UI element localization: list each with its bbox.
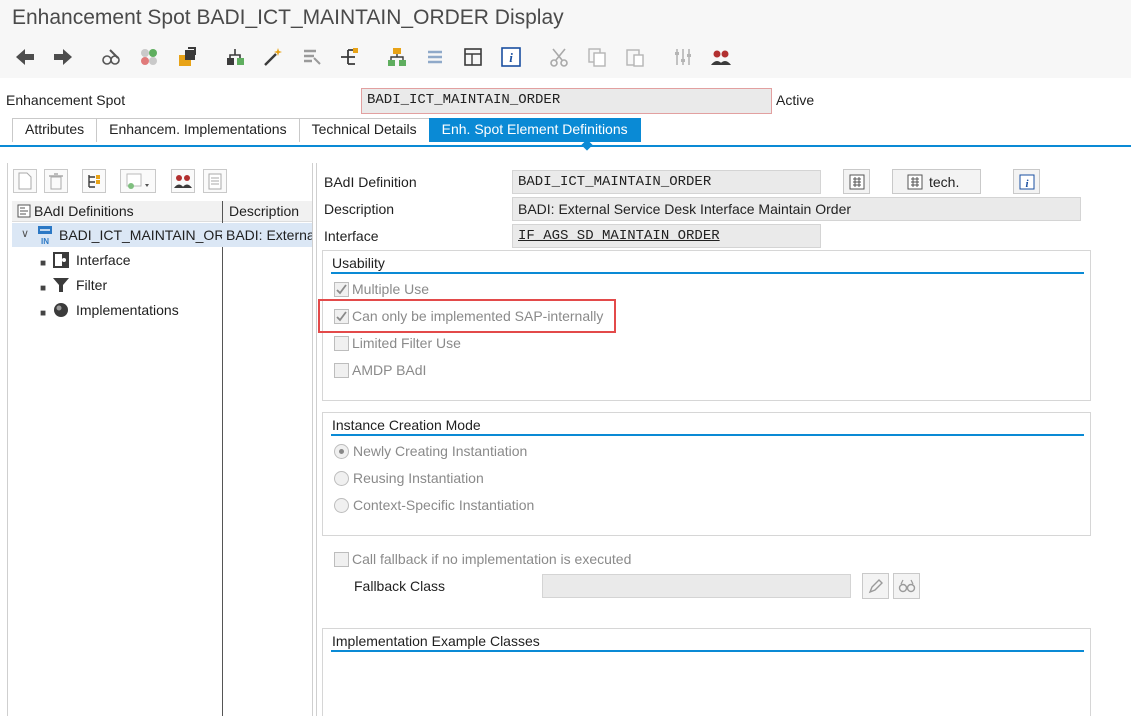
newly-creating-radio[interactable] [334,444,349,459]
tab-attributes[interactable]: Attributes [12,118,98,142]
limited-filter-label: Limited Filter Use [352,335,461,351]
info-icon[interactable]: i [498,44,524,70]
badi-definition-label: BAdI Definition [324,174,417,190]
interface-label: Interface [324,228,379,244]
example-classes-underline [331,650,1084,652]
tree-bullet: ■ [40,258,47,269]
multiple-use-checkbox[interactable] [334,282,349,297]
display-change-icon[interactable] [98,44,124,70]
tab-spot-element-definitions[interactable]: Enh. Spot Element Definitions [428,118,641,142]
tab-strip: Attributes Enhancem. Implementations Tec… [12,118,641,142]
instance-creation-title: Instance Creation Mode [332,417,481,433]
interface-field[interactable]: IF_AGS_SD_MAINTAIN_ORDER [512,224,821,248]
context-specific-radio[interactable] [334,498,349,513]
paste-icon[interactable] [622,44,648,70]
tree-root-name[interactable]: BADI_ICT_MAINTAIN_ORDER [59,227,222,243]
tab-underline [0,145,1131,147]
reusing-label: Reusing Instantiation [353,470,484,486]
tech-button-label: tech. [929,173,960,190]
reusing-radio[interactable] [334,471,349,486]
expand-tree-icon[interactable] [82,169,106,193]
info-small-icon[interactable]: i [1013,169,1040,194]
collapse-chevron-icon[interactable]: ∨ [21,227,29,240]
column-separator [222,201,223,716]
amdp-badi-checkbox[interactable] [334,363,349,378]
description-field[interactable]: BADI: External Service Desk Interface Ma… [512,197,1081,221]
call-fallback-checkbox[interactable] [334,552,349,567]
svg-text:IN: IN [41,237,49,245]
panel-separator [316,163,317,716]
interface-icon [52,251,70,269]
amdp-badi-label: AMDP BAdI [352,362,427,378]
create-element-icon[interactable] [120,169,156,193]
context-specific-label: Context-Specific Instantiation [353,497,535,513]
badi-definition-field[interactable]: BADI_ICT_MAINTAIN_ORDER [512,170,821,194]
new-document-icon[interactable] [13,169,37,193]
object-list-icon[interactable] [384,44,410,70]
table-view-icon[interactable] [843,169,870,194]
copy-icon[interactable] [584,44,610,70]
call-fallback-label: Call fallback if no implementation is ex… [352,551,632,567]
status-text: Active [776,92,815,108]
enhancement-spot-field[interactable]: BADI_ICT_MAINTAIN_ORDER [361,88,772,114]
magic-wand-icon[interactable] [260,44,286,70]
highlight-box [318,299,616,333]
stack-icon[interactable] [422,44,448,70]
enhancement-spot-label: Enhancement Spot [6,92,126,108]
col-badi-definitions[interactable]: BAdI Definitions [34,203,134,219]
activate-icon[interactable] [174,44,200,70]
other-object-icon[interactable] [136,44,162,70]
tab-enhancement-implementations[interactable]: Enhancem. Implementations [96,118,300,142]
settings-icon[interactable] [670,44,696,70]
svg-text:i: i [509,50,513,65]
usability-title: Usability [332,255,385,271]
forward-icon[interactable] [50,44,76,70]
hierarchy-icon[interactable] [222,44,248,70]
display-object-icon[interactable] [460,44,486,70]
tree-bullet: ■ [40,283,47,294]
newly-creating-label: Newly Creating Instantiation [353,443,528,459]
tree-root-description: BADI: External Service Desk Interface Ma… [226,227,312,243]
example-classes-group: Implementation Example Classes [322,628,1091,716]
users-icon[interactable] [708,44,734,70]
tree-item-interface[interactable]: Interface [76,252,130,268]
description-label: Description [324,201,395,217]
fallback-class-label: Fallback Class [354,578,446,594]
tree-bullet: ■ [40,308,47,319]
usability-underline [331,272,1084,274]
back-icon[interactable] [12,44,38,70]
tech-button[interactable]: tech. [892,169,981,194]
multiple-use-label: Multiple Use [352,281,430,297]
tree-item-filter[interactable]: Filter [76,277,107,293]
tree-header-icon [17,204,31,218]
document-list-icon[interactable] [203,169,227,193]
pencil-icon[interactable] [862,573,889,599]
instance-creation-underline [331,434,1084,436]
fallback-class-field[interactable] [542,574,851,598]
cut-icon[interactable] [546,44,572,70]
col-description[interactable]: Description [229,203,299,219]
trash-icon[interactable] [44,169,68,193]
glasses-icon[interactable] [893,573,920,599]
limited-filter-checkbox[interactable] [334,336,349,351]
where-used-icon[interactable] [298,44,324,70]
navigate-icon[interactable] [336,44,362,70]
tab-technical-details[interactable]: Technical Details [298,118,430,142]
users-small-icon[interactable] [171,169,195,193]
implementations-icon [53,302,69,318]
filter-icon [52,276,70,294]
tree-item-implementations[interactable]: Implementations [76,302,179,318]
window-title: Enhancement Spot BADI_ICT_MAINTAIN_ORDER… [12,6,564,29]
badi-definition-icon: IN [37,225,53,246]
example-classes-title: Implementation Example Classes [332,633,540,649]
